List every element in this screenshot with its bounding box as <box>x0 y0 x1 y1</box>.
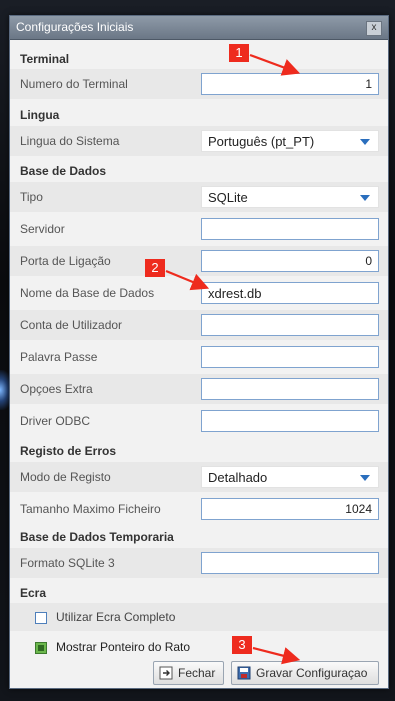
row-lingua-sistema: Lingua do Sistema Português (pt_PT) <box>10 126 388 156</box>
ponteiro-rato-label[interactable]: Mostrar Ponteiro do Rato <box>56 640 190 654</box>
fechar-button[interactable]: Fechar <box>153 661 224 685</box>
annotation-badge-2: 2 <box>145 259 165 277</box>
conta-label: Conta de Utilizador <box>20 318 123 332</box>
row-palavra-passe: Palavra Passe <box>10 342 388 372</box>
lingua-sistema-label: Lingua do Sistema <box>20 134 120 148</box>
section-registo-erros: Registo de Erros <box>20 444 117 458</box>
ecra-completo-label[interactable]: Utilizar Ecra Completo <box>56 610 175 624</box>
driver-odbc-input[interactable] <box>201 410 379 432</box>
window-title: Configurações Iniciais <box>16 20 134 34</box>
ecra-completo-checkbox[interactable] <box>35 612 47 624</box>
row-ecra-completo: Utilizar Ecra Completo <box>10 603 388 631</box>
servidor-input[interactable] <box>201 218 379 240</box>
title-bar[interactable]: Configurações Iniciais x <box>10 16 388 40</box>
row-numero-terminal: Numero do Terminal 1 <box>10 69 388 99</box>
section-lingua: Lingua <box>20 108 60 122</box>
conta-input[interactable] <box>201 314 379 336</box>
settings-dialog: Configurações Iniciais x Terminal Numero… <box>9 15 389 689</box>
formato-sqlite-label: Formato SQLite 3 <box>20 556 115 570</box>
ponteiro-rato-checkbox[interactable] <box>35 642 47 654</box>
row-driver-odbc: Driver ODBC <box>10 406 388 436</box>
row-porta: Porta de Ligação 0 <box>10 246 388 276</box>
gravar-configuracao-label: Gravar Configuraçao <box>256 666 368 680</box>
section-base-dados-temporaria: Base de Dados Temporaria <box>20 530 174 544</box>
annotation-badge-3: 3 <box>232 636 252 654</box>
close-button[interactable]: x <box>366 21 382 36</box>
row-servidor: Servidor <box>10 214 388 244</box>
exit-icon <box>159 666 173 680</box>
nome-bd-label: Nome da Base de Dados <box>20 286 155 300</box>
formato-sqlite-input[interactable] <box>201 552 379 574</box>
palavra-passe-label: Palavra Passe <box>20 350 98 364</box>
chevron-down-icon <box>360 475 370 481</box>
opcoes-extra-input[interactable] <box>201 378 379 400</box>
row-ponteiro-rato: Mostrar Ponteiro do Rato <box>10 633 388 661</box>
servidor-label: Servidor <box>20 222 65 236</box>
row-nome-bd: Nome da Base de Dados xdrest.db <box>10 278 388 308</box>
save-icon <box>237 666 251 680</box>
section-base-dados: Base de Dados <box>20 164 107 178</box>
row-modo-registo: Modo de Registo Detalhado <box>10 462 388 492</box>
section-terminal: Terminal <box>20 52 70 66</box>
opcoes-extra-label: Opçoes Extra <box>20 382 93 396</box>
porta-input[interactable]: 0 <box>201 250 379 272</box>
modo-registo-label: Modo de Registo <box>20 470 111 484</box>
porta-label: Porta de Ligação <box>20 254 111 268</box>
chevron-down-icon <box>360 195 370 201</box>
modo-registo-select[interactable]: Detalhado <box>201 466 379 488</box>
tipo-value: SQLite <box>208 190 248 205</box>
modo-registo-value: Detalhado <box>208 470 268 485</box>
nome-bd-input[interactable]: xdrest.db <box>201 282 379 304</box>
fechar-label: Fechar <box>178 666 216 680</box>
row-tamanho-max: Tamanho Maximo Ficheiro 1024 <box>10 494 388 524</box>
chevron-down-icon <box>360 139 370 145</box>
lingua-sistema-select[interactable]: Português (pt_PT) <box>201 130 379 152</box>
row-conta: Conta de Utilizador <box>10 310 388 340</box>
row-formato-sqlite: Formato SQLite 3 <box>10 548 388 578</box>
gravar-configuracao-button[interactable]: Gravar Configuraçao <box>231 661 379 685</box>
palavra-passe-input[interactable] <box>201 346 379 368</box>
row-opcoes-extra: Opçoes Extra <box>10 374 388 404</box>
tipo-select[interactable]: SQLite <box>201 186 379 208</box>
annotation-badge-1: 1 <box>229 44 249 62</box>
driver-odbc-label: Driver ODBC <box>20 414 91 428</box>
row-tipo: Tipo SQLite <box>10 182 388 212</box>
tipo-label: Tipo <box>20 190 43 204</box>
section-ecra: Ecra <box>20 586 47 600</box>
tamanho-max-input[interactable]: 1024 <box>201 498 379 520</box>
lingua-sistema-value: Português (pt_PT) <box>208 134 315 149</box>
numero-terminal-label: Numero do Terminal <box>20 77 128 91</box>
tamanho-max-label: Tamanho Maximo Ficheiro <box>20 502 161 516</box>
numero-terminal-input[interactable]: 1 <box>201 73 379 95</box>
